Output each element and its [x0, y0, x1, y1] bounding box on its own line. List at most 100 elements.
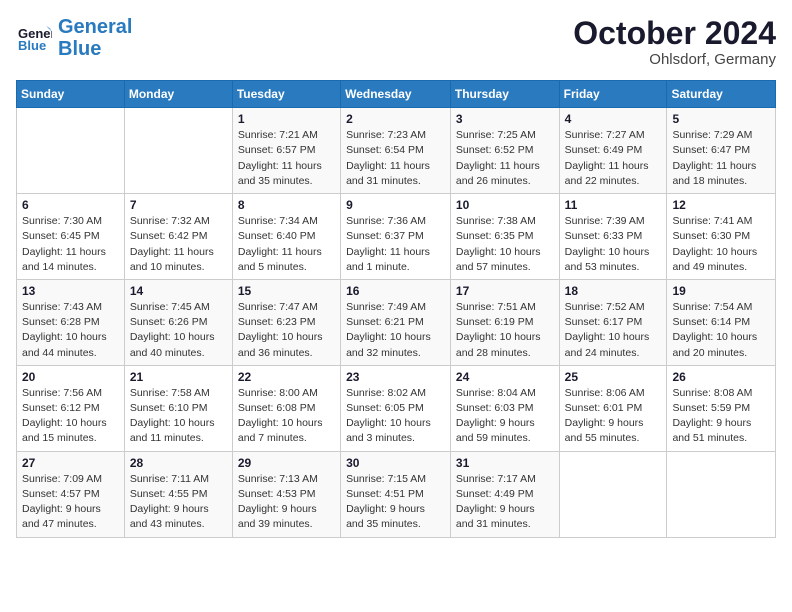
title-block: October 2024 Ohlsdorf, Germany — [573, 16, 776, 68]
day-info: Sunrise: 7:30 AM Sunset: 6:45 PM Dayligh… — [22, 214, 119, 275]
day-info: Sunrise: 8:06 AM Sunset: 6:01 PM Dayligh… — [565, 386, 662, 447]
calendar-cell — [559, 451, 667, 537]
calendar-table: SundayMondayTuesdayWednesdayThursdayFrid… — [16, 80, 776, 537]
weekday-header: Saturday — [667, 81, 776, 108]
calendar-cell: 4Sunrise: 7:27 AM Sunset: 6:49 PM Daylig… — [559, 108, 667, 194]
day-info: Sunrise: 7:52 AM Sunset: 6:17 PM Dayligh… — [565, 300, 662, 361]
calendar-cell: 18 Sunrise: 7:52 AM Sunset: 6:17 PM Dayli… — [559, 279, 667, 365]
weekday-header: Thursday — [450, 81, 559, 108]
day-number: 7 — [130, 198, 227, 212]
calendar-cell: 15Sunrise: 7:47 AM Sunset: 6:23 PM Dayli… — [232, 279, 340, 365]
day-number: 2 — [346, 112, 445, 126]
day-info: Sunrise: 7:34 AM Sunset: 6:40 PM Dayligh… — [238, 214, 335, 275]
calendar-cell: 12 Sunrise: 7:41 AM Sunset: 6:30 PM Dayli… — [667, 194, 776, 280]
day-number: 10 — [456, 198, 554, 212]
day-info: Sunrise: 7:36 AM Sunset: 6:37 PM Dayligh… — [346, 214, 445, 275]
day-info: Sunrise: 7:11 AM Sunset: 4:55 PM Dayligh… — [130, 472, 227, 533]
calendar-cell: 11 Sunrise: 7:39 AM Sunset: 6:33 PM Dayli… — [559, 194, 667, 280]
calendar-cell: 6 Sunrise: 7:30 AM Sunset: 6:45 PM Daylig… — [17, 194, 125, 280]
day-number: 19 — [672, 284, 770, 298]
logo-line2: Blue — [58, 38, 101, 60]
day-info: Sunrise: 7:43 AM Sunset: 6:28 PM Dayligh… — [22, 300, 119, 361]
day-number: 18 — [565, 284, 662, 298]
calendar-cell: 7 Sunrise: 7:32 AM Sunset: 6:42 PM Daylig… — [124, 194, 232, 280]
calendar-cell: 5 Sunrise: 7:29 AM Sunset: 6:47 PM Daylig… — [667, 108, 776, 194]
day-number: 26 — [672, 370, 770, 384]
weekday-header: Sunday — [17, 81, 125, 108]
day-info: Sunrise: 7:49 AM Sunset: 6:21 PM Dayligh… — [346, 300, 445, 361]
calendar-cell: 19 Sunrise: 7:54 AM Sunset: 6:14 PM Dayli… — [667, 279, 776, 365]
day-info: Sunrise: 7:29 AM Sunset: 6:47 PM Dayligh… — [672, 128, 770, 189]
day-info: Sunrise: 7:56 AM Sunset: 6:12 PM Dayligh… — [22, 386, 119, 447]
day-number: 9 — [346, 198, 445, 212]
day-number: 13 — [22, 284, 119, 298]
calendar-cell — [124, 108, 232, 194]
calendar-cell: 8 Sunrise: 7:34 AM Sunset: 6:40 PM Daylig… — [232, 194, 340, 280]
calendar-cell: 17 Sunrise: 7:51 AM Sunset: 6:19 PM Dayli… — [450, 279, 559, 365]
day-number: 28 — [130, 456, 227, 470]
day-number: 5 — [672, 112, 770, 126]
calendar-cell: 14Sunrise: 7:45 AM Sunset: 6:26 PM Dayli… — [124, 279, 232, 365]
calendar-cell: 9 Sunrise: 7:36 AM Sunset: 6:37 PM Daylig… — [341, 194, 451, 280]
day-number: 25 — [565, 370, 662, 384]
day-number: 16 — [346, 284, 445, 298]
calendar-cell — [667, 451, 776, 537]
calendar-cell: 29 Sunrise: 7:13 AM Sunset: 4:53 PM Dayli… — [232, 451, 340, 537]
day-info: Sunrise: 7:13 AM Sunset: 4:53 PM Dayligh… — [238, 472, 335, 533]
day-number: 22 — [238, 370, 335, 384]
month-title: October 2024 — [573, 16, 776, 51]
calendar-week-row: 27 Sunrise: 7:09 AM Sunset: 4:57 PM Dayli… — [17, 451, 776, 537]
day-number: 29 — [238, 456, 335, 470]
location: Ohlsdorf, Germany — [573, 51, 776, 68]
day-info: Sunrise: 7:23 AM Sunset: 6:54 PM Dayligh… — [346, 128, 445, 189]
day-number: 1 — [238, 112, 335, 126]
day-info: Sunrise: 7:32 AM Sunset: 6:42 PM Dayligh… — [130, 214, 227, 275]
day-number: 27 — [22, 456, 119, 470]
day-info: Sunrise: 8:08 AM Sunset: 5:59 PM Dayligh… — [672, 386, 770, 447]
day-info: Sunrise: 7:25 AM Sunset: 6:52 PM Dayligh… — [456, 128, 554, 189]
day-info: Sunrise: 7:58 AM Sunset: 6:10 PM Dayligh… — [130, 386, 227, 447]
calendar-cell: 3 Sunrise: 7:25 AM Sunset: 6:52 PM Daylig… — [450, 108, 559, 194]
calendar-cell: 31 Sunrise: 7:17 AM Sunset: 4:49 PM Dayli… — [450, 451, 559, 537]
day-info: Sunrise: 7:15 AM Sunset: 4:51 PM Dayligh… — [346, 472, 445, 533]
day-number: 8 — [238, 198, 335, 212]
calendar-cell: 23Sunrise: 8:02 AM Sunset: 6:05 PM Dayli… — [341, 365, 451, 451]
day-info: Sunrise: 7:41 AM Sunset: 6:30 PM Dayligh… — [672, 214, 770, 275]
day-info: Sunrise: 7:17 AM Sunset: 4:49 PM Dayligh… — [456, 472, 554, 533]
day-number: 23 — [346, 370, 445, 384]
calendar-cell: 1 Sunrise: 7:21 AM Sunset: 6:57 PM Daylig… — [232, 108, 340, 194]
day-number: 3 — [456, 112, 554, 126]
day-number: 6 — [22, 198, 119, 212]
day-number: 17 — [456, 284, 554, 298]
day-number: 24 — [456, 370, 554, 384]
calendar-cell: 22Sunrise: 8:00 AM Sunset: 6:08 PM Dayli… — [232, 365, 340, 451]
day-info: Sunrise: 7:38 AM Sunset: 6:35 PM Dayligh… — [456, 214, 554, 275]
day-number: 12 — [672, 198, 770, 212]
calendar-cell: 26 Sunrise: 8:08 AM Sunset: 5:59 PM Dayli… — [667, 365, 776, 451]
day-info: Sunrise: 7:39 AM Sunset: 6:33 PM Dayligh… — [565, 214, 662, 275]
day-number: 31 — [456, 456, 554, 470]
calendar-cell: 16 Sunrise: 7:49 AM Sunset: 6:21 PM Dayli… — [341, 279, 451, 365]
page-header: General Blue General Blue October 2024 O… — [16, 16, 776, 68]
day-info: Sunrise: 7:51 AM Sunset: 6:19 PM Dayligh… — [456, 300, 554, 361]
logo-text: General Blue — [58, 16, 132, 60]
day-info: Sunrise: 7:54 AM Sunset: 6:14 PM Dayligh… — [672, 300, 770, 361]
day-number: 21 — [130, 370, 227, 384]
logo: General Blue General Blue — [16, 16, 132, 60]
calendar-week-row: 20Sunrise: 7:56 AM Sunset: 6:12 PM Dayli… — [17, 365, 776, 451]
weekday-header: Monday — [124, 81, 232, 108]
weekday-header: Friday — [559, 81, 667, 108]
calendar-cell: 25 Sunrise: 8:06 AM Sunset: 6:01 PM Dayli… — [559, 365, 667, 451]
calendar-cell: 27 Sunrise: 7:09 AM Sunset: 4:57 PM Dayli… — [17, 451, 125, 537]
calendar-week-row: 13 Sunrise: 7:43 AM Sunset: 6:28 PM Dayli… — [17, 279, 776, 365]
calendar-cell: 2 Sunrise: 7:23 AM Sunset: 6:54 PM Daylig… — [341, 108, 451, 194]
day-info: Sunrise: 7:21 AM Sunset: 6:57 PM Dayligh… — [238, 128, 335, 189]
day-number: 11 — [565, 198, 662, 212]
calendar-cell: 10 Sunrise: 7:38 AM Sunset: 6:35 PM Dayli… — [450, 194, 559, 280]
calendar-cell: 20Sunrise: 7:56 AM Sunset: 6:12 PM Dayli… — [17, 365, 125, 451]
weekday-header-row: SundayMondayTuesdayWednesdayThursdayFrid… — [17, 81, 776, 108]
calendar-cell: 21 Sunrise: 7:58 AM Sunset: 6:10 PM Dayli… — [124, 365, 232, 451]
day-info: Sunrise: 7:09 AM Sunset: 4:57 PM Dayligh… — [22, 472, 119, 533]
calendar-cell: 24 Sunrise: 8:04 AM Sunset: 6:03 PM Dayli… — [450, 365, 559, 451]
day-info: Sunrise: 8:04 AM Sunset: 6:03 PM Dayligh… — [456, 386, 554, 447]
